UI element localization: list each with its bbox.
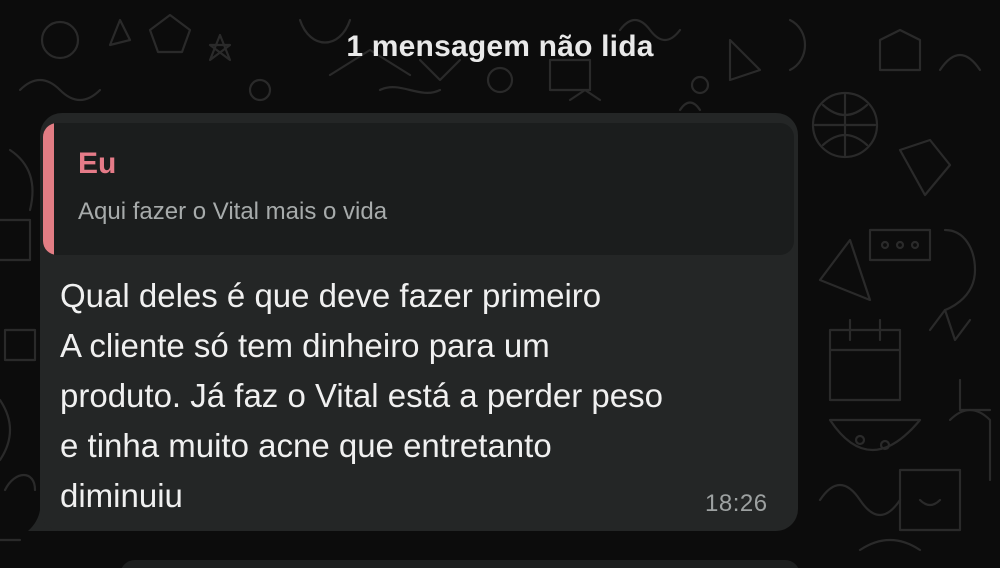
message-line: diminuiu — [60, 477, 183, 514]
quote-author: Eu — [78, 147, 117, 180]
quote-accent-bar — [43, 123, 54, 255]
next-message-edge — [120, 560, 800, 568]
message-line: Qual deles é que deve fazer primeiro — [60, 277, 602, 314]
message-line: produto. Já faz o Vital está a perder pe… — [60, 377, 663, 414]
quoted-message[interactable]: Eu Aqui fazer o Vital mais o vida — [43, 123, 794, 255]
unread-messages-banner: 1 mensagem não lida — [0, 0, 1000, 95]
message-line: e tinha muito acne que entretanto — [60, 427, 552, 464]
message-line: A cliente só tem dinheiro para um — [60, 327, 550, 364]
chat-background: 1 mensagem não lida Eu Aqui fazer o Vita… — [0, 0, 1000, 568]
unread-count-label: 1 mensagem não lida — [346, 30, 654, 63]
message-timestamp: 18:26 — [705, 490, 768, 517]
message-body: Qual deles é que deve fazer primeiro A c… — [60, 271, 780, 521]
quote-text: Aqui fazer o Vital mais o vida — [78, 198, 388, 225]
